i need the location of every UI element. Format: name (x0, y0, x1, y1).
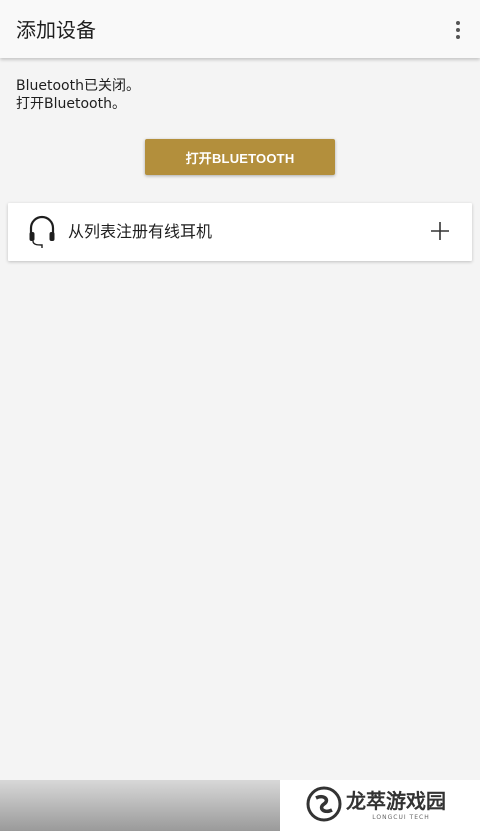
more-vert-icon[interactable] (444, 14, 472, 46)
page-title: 添加设备 (16, 18, 96, 42)
status-line-1: Bluetooth已关闭。 (16, 78, 140, 94)
register-wired-headphones-label: 从列表注册有线耳机 (68, 222, 213, 241)
enable-bluetooth-button[interactable]: 打开BLUETOOTH (145, 139, 335, 175)
watermark-logo-icon (306, 786, 342, 822)
watermark: 龙萃游戏园 LONGCUI TECH (280, 780, 480, 831)
register-wired-headphones-item[interactable]: 从列表注册有线耳机 (8, 203, 472, 261)
app-bar: 添加设备 (0, 0, 480, 58)
bluetooth-status: Bluetooth已关闭。 打开Bluetooth。 (16, 77, 140, 113)
watermark-subtitle: LONGCUI TECH (372, 814, 430, 821)
status-line-2: 打开Bluetooth。 (16, 96, 126, 112)
plus-icon[interactable] (430, 221, 450, 241)
watermark-title: 龙萃游戏园 (346, 789, 446, 813)
headphones-icon (29, 215, 55, 248)
